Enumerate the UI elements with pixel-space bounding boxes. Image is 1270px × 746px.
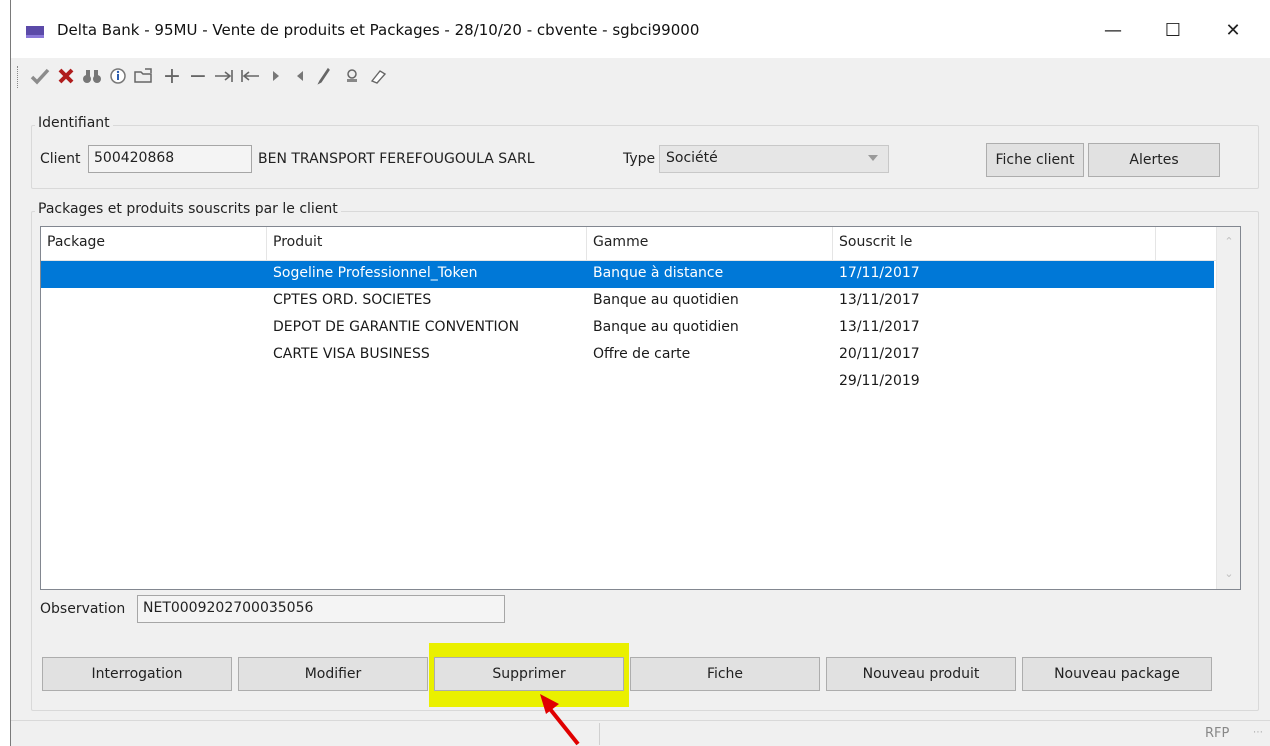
alertes-button[interactable]: Alertes	[1088, 143, 1220, 177]
rfp-indicator: RFP	[1205, 726, 1230, 741]
check-icon[interactable]	[29, 64, 51, 88]
identifiant-group-label: Identifiant	[35, 115, 113, 131]
scroll-up-icon[interactable]: ⌃	[1222, 235, 1236, 248]
cell-gamme: Banque à distance	[593, 265, 724, 281]
cell-gamme: Offre de carte	[593, 346, 691, 362]
table-row[interactable]: Sogeline Professionnel_Token Banque à di…	[41, 261, 1214, 288]
list-scrollbar[interactable]: ⌃ ⌄	[1216, 227, 1240, 589]
application-window: Delta Bank - 95MU - Vente de produits et…	[10, 0, 1270, 746]
packages-group-label: Packages et produits souscrits par le cl…	[35, 201, 341, 217]
products-list[interactable]: Package Produit Gamme Souscrit le Sogeli…	[40, 226, 1241, 590]
cell-produit: DEPOT DE GARANTIE CONVENTION	[273, 319, 520, 335]
toolbar: + −	[11, 58, 1270, 96]
cell-gamme: Banque au quotidien	[593, 292, 739, 308]
cell-produit: CPTES ORD. SOCIETES	[273, 292, 432, 308]
window-title: Delta Bank - 95MU - Vente de produits et…	[57, 21, 700, 39]
type-select-value: Société	[666, 150, 718, 166]
last-icon[interactable]	[213, 64, 235, 88]
binoculars-icon[interactable]	[81, 64, 103, 88]
observation-field[interactable]: NET0009202700035056	[137, 595, 505, 623]
list-header: Package Produit Gamme Souscrit le	[41, 227, 1216, 261]
open-folder-icon[interactable]	[133, 64, 155, 88]
client-number-field[interactable]: 500420868	[88, 145, 252, 173]
status-divider	[599, 723, 600, 745]
client-label: Client	[40, 151, 81, 167]
scroll-down-icon[interactable]: ⌄	[1222, 567, 1236, 580]
app-icon	[26, 26, 44, 38]
pencil-icon[interactable]	[313, 64, 335, 88]
client-name: BEN TRANSPORT FEREFOUGOULA SARL	[258, 151, 535, 167]
cell-souscrit: 17/11/2017	[839, 265, 920, 281]
cell-souscrit: 13/11/2017	[839, 319, 920, 335]
table-row[interactable]: DEPOT DE GARANTIE CONVENTION Banque au q…	[41, 315, 1214, 342]
fiche-button[interactable]: Fiche	[630, 657, 820, 691]
cell-souscrit: 20/11/2017	[839, 346, 920, 362]
cell-produit: Sogeline Professionnel_Token	[273, 265, 478, 281]
table-row[interactable]: 29/11/2019	[41, 369, 1214, 396]
cross-icon[interactable]	[55, 64, 77, 88]
column-header-souscrit[interactable]: Souscrit le	[833, 227, 1156, 261]
type-label: Type	[623, 151, 656, 167]
fiche-client-button[interactable]: Fiche client	[986, 143, 1084, 177]
maximize-button[interactable]: ☐	[1149, 10, 1197, 50]
info-icon[interactable]	[107, 64, 129, 88]
previous-icon[interactable]	[289, 64, 311, 88]
nouveau-package-button[interactable]: Nouveau package	[1022, 657, 1212, 691]
annotation-arrow-icon	[540, 694, 580, 746]
resize-grip-icon[interactable]: ⋯	[1253, 727, 1263, 738]
close-button[interactable]: ✕	[1209, 10, 1257, 50]
stamp-icon[interactable]	[341, 64, 363, 88]
type-select[interactable]: Société	[659, 145, 889, 173]
first-icon[interactable]	[239, 64, 261, 88]
table-row[interactable]: CPTES ORD. SOCIETES Banque au quotidien …	[41, 288, 1214, 315]
observation-label: Observation	[40, 601, 126, 617]
nouveau-produit-button[interactable]: Nouveau produit	[826, 657, 1016, 691]
table-row[interactable]: CARTE VISA BUSINESS Offre de carte 20/11…	[41, 342, 1214, 369]
column-header-package[interactable]: Package	[41, 227, 267, 261]
title-bar[interactable]: Delta Bank - 95MU - Vente de produits et…	[11, 0, 1270, 58]
column-header-produit[interactable]: Produit	[267, 227, 587, 261]
interrogation-button[interactable]: Interrogation	[42, 657, 232, 691]
column-header-gamme[interactable]: Gamme	[587, 227, 833, 261]
chevron-down-icon	[868, 155, 878, 161]
cell-produit: CARTE VISA BUSINESS	[273, 346, 430, 362]
next-icon[interactable]	[265, 64, 287, 88]
status-bar: RFP ⋯	[11, 720, 1270, 746]
cell-souscrit: 13/11/2017	[839, 292, 920, 308]
toolbar-grip	[17, 66, 20, 88]
cell-souscrit: 29/11/2019	[839, 373, 920, 389]
minus-icon[interactable]: −	[187, 64, 209, 89]
plus-icon[interactable]: +	[161, 64, 183, 89]
minimize-button[interactable]: —	[1089, 10, 1137, 50]
cell-gamme: Banque au quotidien	[593, 319, 739, 335]
eraser-icon[interactable]	[367, 64, 389, 88]
modifier-button[interactable]: Modifier	[238, 657, 428, 691]
supprimer-button[interactable]: Supprimer	[434, 657, 624, 691]
